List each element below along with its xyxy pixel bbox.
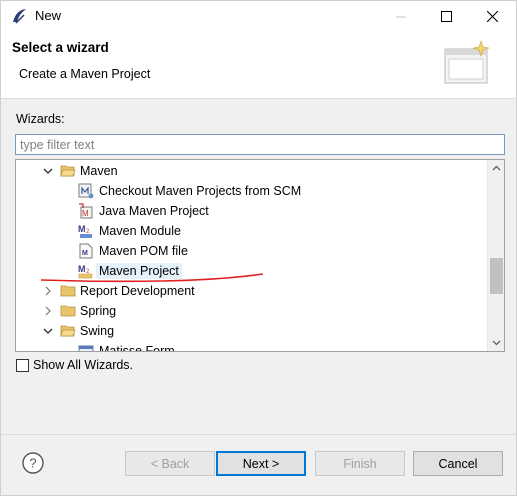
tree-item-label: Spring (80, 304, 117, 318)
show-all-checkbox[interactable] (16, 358, 29, 372)
java-maven-icon: M (79, 203, 93, 219)
expand-down-icon[interactable] (42, 325, 54, 337)
red-underline-annotation (41, 273, 264, 283)
tree-scrollbar[interactable] (487, 160, 504, 351)
filter-input[interactable] (15, 134, 505, 155)
chevron-up-icon (492, 165, 501, 171)
wizard-header: Select a wizard Create a Maven Project (1, 31, 516, 99)
page-title: Select a wizard (12, 40, 109, 55)
chevron-down-icon (492, 340, 501, 346)
new-wizard-banner-icon (444, 40, 490, 84)
tree-item-maven[interactable]: Maven (16, 161, 486, 181)
tree-item-label: Maven POM file (99, 244, 188, 258)
help-icon[interactable]: ? (21, 451, 45, 475)
back-button[interactable]: < Back (125, 451, 215, 476)
wizards-label: Wizards: (16, 112, 65, 126)
tree-item-java-maven[interactable]: M Java Maven Project (16, 201, 486, 221)
title-bar: New (1, 1, 516, 31)
tree-item-label: Maven Module (99, 224, 181, 238)
maven-checkout-icon (78, 183, 94, 199)
window-title: New (35, 8, 62, 23)
finish-button[interactable]: Finish (315, 451, 405, 476)
page-description: Create a Maven Project (19, 67, 151, 81)
scroll-up-button[interactable] (488, 160, 504, 177)
close-icon (486, 10, 498, 22)
maven-pom-icon: M (79, 243, 93, 259)
footer-divider (1, 434, 516, 435)
folder-open-icon (60, 325, 76, 337)
tree-item-label: Checkout Maven Projects from SCM (99, 184, 302, 198)
svg-text:M: M (78, 224, 86, 234)
tree-item-maven-module[interactable]: M 2 Maven Module (16, 221, 486, 241)
folder-icon (60, 305, 76, 317)
tree-item-label: Maven (80, 164, 118, 178)
maximize-button[interactable] (423, 1, 469, 31)
expand-right-icon[interactable] (42, 305, 54, 317)
close-button[interactable] (469, 1, 515, 31)
tree-item-spring[interactable]: Spring (16, 301, 486, 321)
tree-item-maven-pom[interactable]: M Maven POM file (16, 241, 486, 261)
cancel-button[interactable]: Cancel (413, 451, 503, 476)
minimize-icon (395, 16, 406, 17)
expand-down-icon[interactable] (42, 165, 54, 177)
scroll-down-button[interactable] (488, 334, 504, 351)
tree-item-matisse-form[interactable]: Matisse Form (16, 341, 486, 352)
tree-item-label: Matisse Form (99, 344, 175, 352)
maximize-icon (440, 10, 452, 22)
show-all-wizards[interactable]: Show All Wizards. (16, 358, 133, 372)
wizard-tree[interactable]: Maven Checkout Maven Projects from SCM M… (15, 159, 505, 352)
form-icon (78, 345, 94, 351)
show-all-label: Show All Wizards. (33, 358, 134, 372)
tree-item-label: Java Maven Project (99, 204, 209, 218)
svg-text:M: M (82, 250, 88, 257)
svg-text:M: M (82, 209, 89, 218)
next-button[interactable]: Next > (216, 451, 306, 476)
tree-item-checkout-maven[interactable]: Checkout Maven Projects from SCM (16, 181, 486, 201)
scroll-thumb[interactable] (490, 258, 503, 294)
tree-item-label: Swing (80, 324, 115, 338)
eclipse-app-icon (13, 9, 26, 24)
svg-text:?: ? (29, 456, 36, 471)
new-wizard-dialog: New Select a wizard Create a Maven Proje… (0, 0, 517, 496)
tree-item-swing[interactable]: Swing (16, 321, 486, 341)
maven-module-icon: M 2 (78, 224, 92, 238)
minimize-button[interactable] (378, 1, 424, 31)
folder-open-icon (60, 165, 76, 177)
